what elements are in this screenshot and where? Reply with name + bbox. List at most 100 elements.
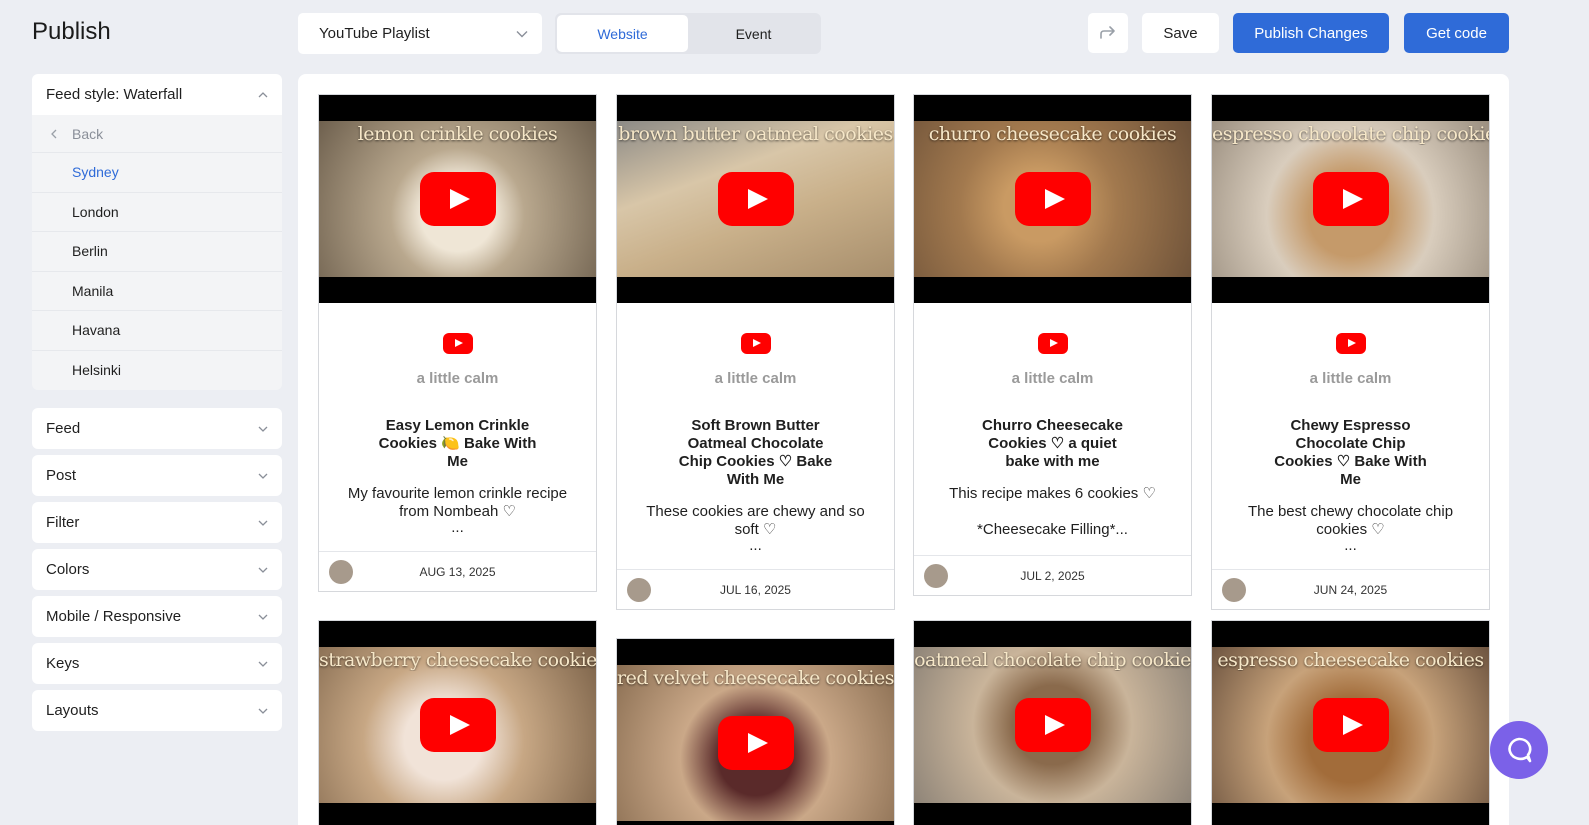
thumbnail-caption: lemon crinkle cookies — [357, 123, 558, 145]
post-card[interactable]: lemon crinkle cookies a little calm Easy… — [318, 94, 597, 592]
source-select[interactable]: YouTube Playlist — [298, 13, 542, 54]
keys-panel[interactable]: Keys — [32, 643, 282, 684]
chat-bubble-icon — [1508, 737, 1532, 763]
youtube-icon — [1037, 333, 1068, 354]
post-card[interactable]: espresso cheesecake cookies — [1211, 620, 1490, 825]
post-date: AUG 13, 2025 — [419, 564, 496, 579]
video-thumbnail[interactable]: churro cheesecake cookies — [914, 95, 1191, 303]
thumbnail-caption: brown butter oatmeal cookies — [618, 123, 893, 145]
play-icon[interactable] — [1312, 698, 1389, 752]
feed-panel[interactable]: Feed — [32, 408, 282, 449]
feed-style-options: Back Sydney London Berlin Manila Havana … — [32, 115, 282, 390]
chevron-down-icon — [258, 426, 268, 432]
video-thumbnail[interactable]: strawberry cheesecake cookies — [319, 621, 596, 825]
chevron-down-icon — [258, 520, 268, 526]
feed-style-panel[interactable]: Feed style: Waterfall — [32, 74, 282, 115]
chevron-down-icon — [258, 661, 268, 667]
channel-name: a little calm — [1011, 370, 1094, 387]
publish-changes-button[interactable]: Publish Changes — [1233, 13, 1389, 53]
youtube-icon — [442, 333, 473, 354]
post-date: JUL 16, 2025 — [720, 582, 791, 597]
chevron-down-icon — [258, 708, 268, 714]
post-title: Soft Brown Butter Oatmeal Chocolate Chip… — [678, 417, 833, 488]
video-thumbnail[interactable]: brown butter oatmeal cookies — [617, 95, 894, 303]
chevron-left-icon — [51, 129, 57, 138]
channel-name: a little calm — [1309, 370, 1392, 387]
redo-button[interactable] — [1088, 13, 1128, 53]
filter-panel[interactable]: Filter — [32, 502, 282, 543]
filter-panel-label: Filter — [46, 514, 80, 531]
post-ellipsis: ... — [1344, 537, 1357, 554]
colors-panel[interactable]: Colors — [32, 549, 282, 590]
post-description: My favourite lemon crinkle recipe from N… — [347, 485, 568, 520]
play-icon[interactable] — [1312, 172, 1389, 226]
post-date: JUL 2, 2025 — [1020, 568, 1085, 583]
style-option-helsinki[interactable]: Helsinki — [32, 351, 282, 391]
post-card[interactable]: brown butter oatmeal cookies a little ca… — [616, 94, 895, 610]
style-option-havana[interactable]: Havana — [32, 311, 282, 351]
source-select-value: YouTube Playlist — [319, 25, 430, 42]
avatar — [1222, 578, 1246, 602]
thumbnail-caption: oatmeal chocolate chip cookie — [914, 649, 1191, 671]
post-panel-label: Post — [46, 467, 77, 484]
mobile-responsive-panel[interactable]: Mobile / Responsive — [32, 596, 282, 637]
page-title: Publish — [32, 18, 111, 45]
keys-panel-label: Keys — [46, 655, 80, 672]
help-chat-button[interactable] — [1490, 721, 1548, 779]
thumbnail-caption: red velvet cheesecake cookies — [617, 667, 894, 689]
colors-panel-label: Colors — [46, 561, 90, 578]
avatar — [627, 578, 651, 602]
post-ellipsis: ... — [749, 537, 762, 554]
play-icon[interactable] — [1014, 698, 1091, 752]
style-option-berlin[interactable]: Berlin — [32, 232, 282, 272]
style-option-manila[interactable]: Manila — [32, 272, 282, 311]
style-option-sydney[interactable]: Sydney — [32, 153, 282, 193]
post-card[interactable]: red velvet cheesecake cookies — [616, 638, 895, 825]
post-card[interactable]: strawberry cheesecake cookies — [318, 620, 597, 825]
video-thumbnail[interactable]: red velvet cheesecake cookies — [617, 639, 894, 825]
youtube-icon — [1335, 333, 1366, 354]
post-ellipsis: ... — [451, 519, 464, 536]
thumbnail-caption: strawberry cheesecake cookies — [319, 649, 596, 671]
video-thumbnail[interactable]: espresso chocolate chip cookies — [1212, 95, 1489, 303]
feed-preview: lemon crinkle cookies a little calm Easy… — [298, 74, 1509, 825]
video-thumbnail[interactable]: lemon crinkle cookies — [319, 95, 596, 303]
play-icon[interactable] — [1014, 172, 1091, 226]
chevron-up-icon — [258, 91, 268, 97]
layouts-panel-label: Layouts — [46, 702, 99, 719]
target-switch: Website Event — [555, 13, 821, 54]
play-icon[interactable] — [419, 172, 496, 226]
post-panel[interactable]: Post — [32, 455, 282, 496]
play-icon[interactable] — [717, 716, 794, 770]
get-code-button[interactable]: Get code — [1404, 13, 1509, 53]
play-icon[interactable] — [419, 698, 496, 752]
chevron-down-icon — [516, 30, 528, 37]
back-button[interactable]: Back — [32, 115, 282, 153]
feed-panel-label: Feed — [46, 420, 81, 437]
save-button[interactable]: Save — [1142, 13, 1219, 53]
video-thumbnail[interactable]: espresso cheesecake cookies — [1212, 621, 1489, 825]
thumbnail-caption: espresso cheesecake cookies — [1217, 649, 1484, 671]
post-title: Churro Cheesecake Cookies ♡ a quiet bake… — [982, 417, 1123, 470]
post-card[interactable]: churro cheesecake cookies a little calm … — [913, 94, 1192, 596]
post-card[interactable]: espresso chocolate chip cookies a little… — [1211, 94, 1490, 610]
channel-name: a little calm — [714, 370, 797, 387]
chevron-down-icon — [258, 473, 268, 479]
post-title: Chewy Espresso Chocolate Chip Cookies ♡ … — [1274, 417, 1427, 488]
thumbnail-caption: espresso chocolate chip cookies — [1212, 123, 1489, 145]
post-description: This recipe makes 6 cookies ♡ *Cheesecak… — [949, 485, 1156, 538]
channel-name: a little calm — [416, 370, 499, 387]
layouts-panel[interactable]: Layouts — [32, 690, 282, 731]
play-icon[interactable] — [717, 172, 794, 226]
tab-website[interactable]: Website — [557, 15, 688, 52]
tab-event[interactable]: Event — [688, 15, 819, 52]
post-title: Easy Lemon Crinkle Cookies 🍋 Bake With M… — [378, 417, 537, 470]
chevron-down-icon — [258, 614, 268, 620]
style-option-london[interactable]: London — [32, 193, 282, 232]
redo-icon — [1100, 26, 1115, 39]
video-thumbnail[interactable]: oatmeal chocolate chip cookie — [914, 621, 1191, 825]
feed-style-label: Feed style: Waterfall — [46, 86, 183, 103]
post-description: These cookies are chewy and so soft ♡ — [646, 503, 865, 538]
settings-sidebar: Feed style: Waterfall Back Sydney London… — [32, 74, 282, 737]
post-card[interactable]: oatmeal chocolate chip cookie — [913, 620, 1192, 825]
